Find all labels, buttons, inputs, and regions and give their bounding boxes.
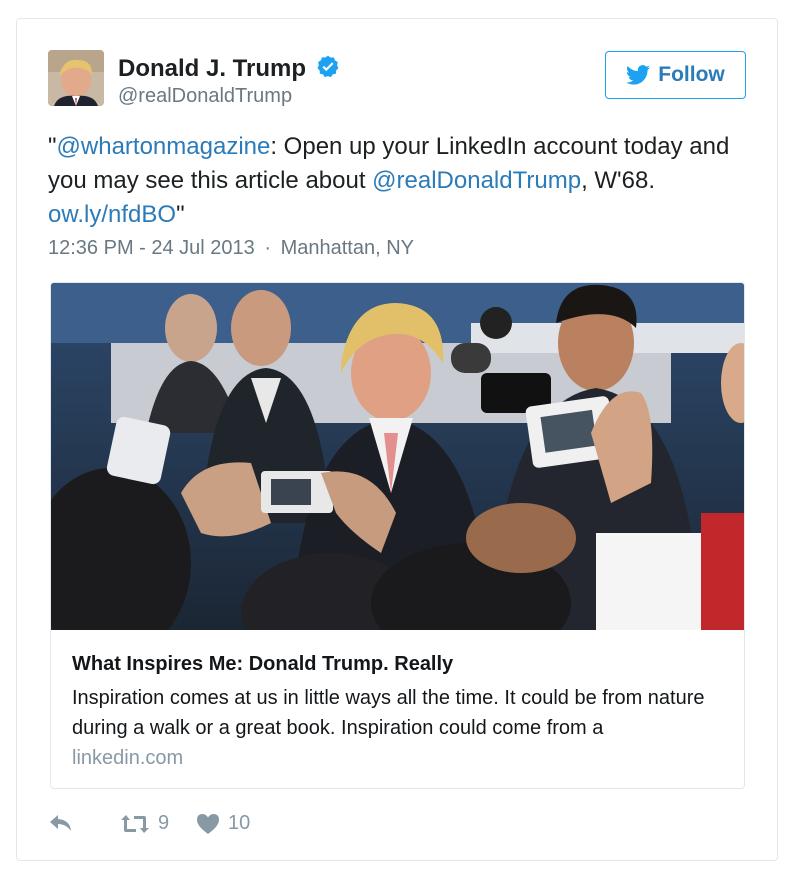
quote-close: " <box>176 201 185 228</box>
tweet-card: Donald J. Trump @realDonaldTrump Follow … <box>16 18 778 861</box>
mention-link[interactable]: @whartonmagazine <box>57 133 271 160</box>
twitter-bird-icon <box>626 65 651 85</box>
follow-label: Follow <box>658 63 725 86</box>
like-count: 10 <box>228 812 251 834</box>
url-link[interactable]: ow.ly/nfdBO <box>48 201 176 228</box>
retweet-button[interactable]: 9 <box>120 812 169 835</box>
preview-photo <box>51 283 744 630</box>
meta-separator: · <box>264 237 272 259</box>
tweet-location[interactable]: Manhattan, NY <box>281 237 414 259</box>
quote-open: " <box>48 133 57 160</box>
retweet-icon <box>121 814 149 833</box>
author-avatar[interactable] <box>48 50 104 106</box>
reply-icon <box>50 815 71 831</box>
reply-button[interactable] <box>48 812 74 834</box>
follow-button[interactable]: Follow <box>605 51 746 99</box>
heart-icon <box>197 813 219 834</box>
author-handle[interactable]: @realDonaldTrump <box>118 85 292 108</box>
author-name[interactable]: Donald J. Trump <box>118 55 306 83</box>
like-button[interactable]: 10 <box>196 812 250 835</box>
mention-link[interactable]: @realDonaldTrump <box>372 167 581 194</box>
tweet-text-part: , W'68. <box>581 167 655 194</box>
card-domain: linkedin.com <box>72 747 184 769</box>
card-description: Inspiration comes at us in little ways a… <box>72 687 705 739</box>
verified-badge-icon <box>317 55 339 78</box>
tweet-timestamp[interactable]: 12:36 PM - 24 Jul 2013 <box>48 237 255 259</box>
retweet-count: 9 <box>158 812 170 834</box>
tweet-text: "@whartonmagazine: Open up your LinkedIn… <box>48 130 748 232</box>
link-preview-card[interactable]: What Inspires Me: Donald Trump. Really I… <box>50 282 745 789</box>
tweet-meta: 12:36 PM - 24 Jul 2013 · Manhattan, NY <box>48 237 414 260</box>
card-title[interactable]: What Inspires Me: Donald Trump. Really <box>72 653 453 676</box>
